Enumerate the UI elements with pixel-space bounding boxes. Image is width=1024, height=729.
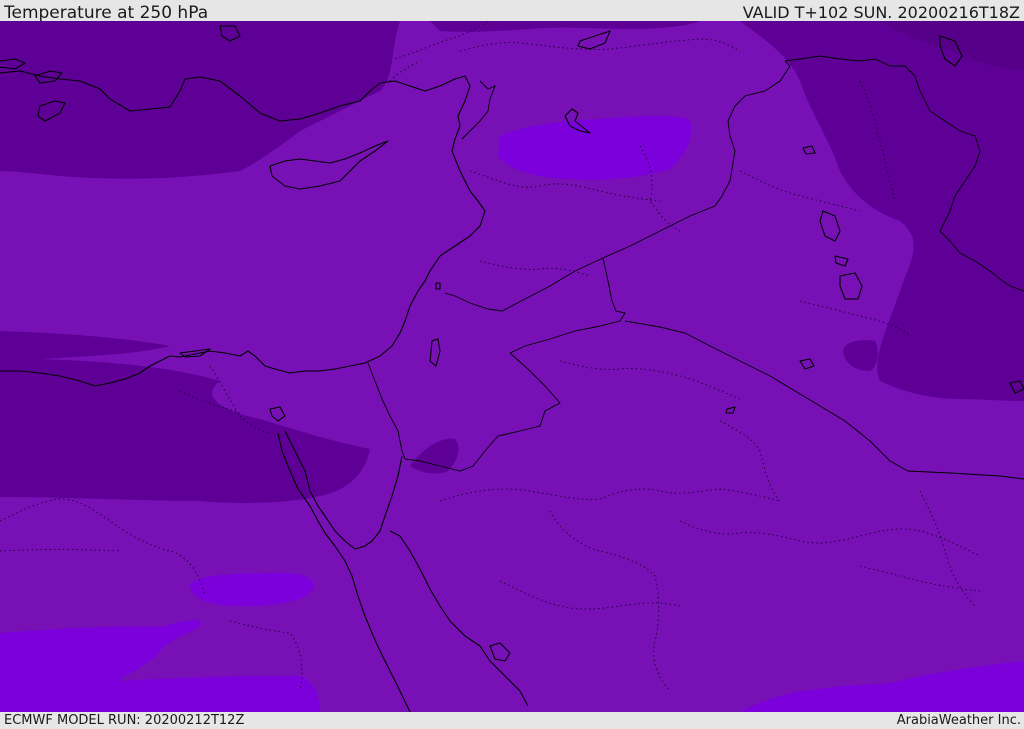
map-canvas: [0, 21, 1024, 712]
map-title: Temperature at 250 hPa: [4, 3, 209, 23]
footer-bar: ECMWF MODEL RUN: 20200212T12Z ArabiaWeat…: [0, 712, 1024, 729]
map-frame: Temperature at 250 hPa VALID T+102 SUN. …: [0, 0, 1024, 729]
temperature-map[interactable]: [0, 21, 1024, 712]
header-bar: Temperature at 250 hPa VALID T+102 SUN. …: [0, 0, 1024, 23]
model-run-label: ECMWF MODEL RUN: 20200212T12Z: [4, 713, 245, 728]
valid-time-label: VALID T+102 SUN. 20200216T18Z: [742, 3, 1020, 22]
credit-label: ArabiaWeather Inc.: [896, 713, 1021, 728]
